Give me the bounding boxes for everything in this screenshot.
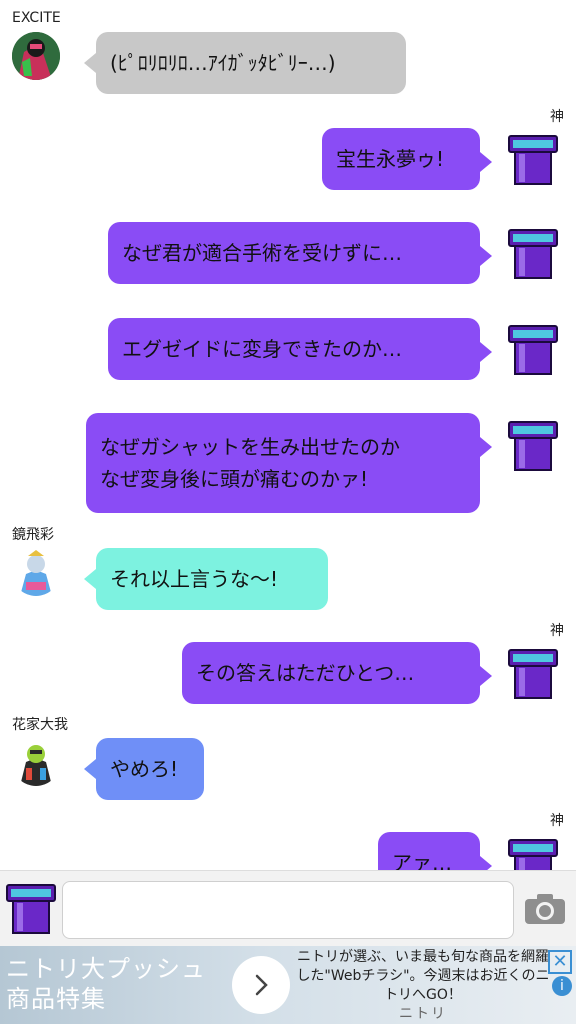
sender-name: 神 <box>550 623 564 639</box>
pipe-icon <box>508 839 558 870</box>
message-text: (ﾋﾟﾛﾘﾛﾘﾛ…ｱｲｶﾞｯﾀﾋﾞﾘｰ…) <box>110 51 336 75</box>
message-bubble[interactable]: アァ… <box>378 832 492 870</box>
pipe-icon <box>508 135 558 185</box>
ad-close-icon[interactable]: ✕ <box>548 950 572 974</box>
hiiro-avatar[interactable] <box>12 548 60 596</box>
message-text: なぜ君が適合手術を受けずに… <box>122 241 402 265</box>
message-bubble[interactable]: エグゼイドに変身できたのか… <box>108 318 492 380</box>
pipe-avatar[interactable] <box>507 420 559 472</box>
excite-avatar-image <box>12 32 60 80</box>
message-text: エグゼイドに変身できたのか… <box>122 337 402 361</box>
message-bubble[interactable]: 宝生永夢ゥ! <box>322 128 492 190</box>
sender-name: 鏡飛彩 <box>12 527 54 543</box>
chat-area[interactable]: EXCITE (ﾋﾟﾛﾘﾛﾘﾛ…ｱｲｶﾞｯﾀﾋﾞﾘｰ…) 神 宝生永夢ゥ! なぜ… <box>0 0 576 870</box>
excite-avatar[interactable] <box>12 32 60 80</box>
message-text-line: なぜ変身後に頭が痛むのかァ! <box>100 467 369 491</box>
message-bubble[interactable]: なぜ君が適合手術を受けずに… <box>108 222 492 284</box>
message-input-bar <box>0 870 576 947</box>
message-text: それ以上言うな～! <box>110 567 279 591</box>
chevron-right-icon <box>255 974 268 996</box>
message-bubble[interactable]: やめろ! <box>84 738 204 800</box>
sender-name: 花家大我 <box>12 717 68 733</box>
ad-headline-line: 商品特集 <box>6 985 106 1013</box>
ad-headline-line: ニトリ大プッシュ <box>6 955 206 983</box>
ad-description-text: ニトリが選ぶ、いま最も旬な商品を網羅した"Webチラシ"。今週末はお近くのニトリ… <box>296 949 550 1003</box>
current-user-avatar[interactable] <box>5 883 57 935</box>
pipe-avatar[interactable] <box>507 134 559 186</box>
ad-headline: ニトリ大プッシュ 商品特集 <box>6 954 206 1014</box>
message-bubble[interactable]: なぜガシャットを生み出せたのか なぜ変身後に頭が痛むのかァ! <box>86 413 492 513</box>
pipe-avatar[interactable] <box>507 228 559 280</box>
message-bubble[interactable]: (ﾋﾟﾛﾘﾛﾘﾛ…ｱｲｶﾞｯﾀﾋﾞﾘｰ…) <box>84 32 406 94</box>
pipe-avatar[interactable] <box>507 648 559 700</box>
message-text: アァ… <box>392 851 452 870</box>
taiga-avatar[interactable] <box>12 738 60 786</box>
message-text-line: なぜガシャットを生み出せたのか <box>100 435 400 459</box>
pipe-icon <box>508 325 558 375</box>
sender-name: 神 <box>550 813 564 829</box>
ad-brand: ニトリ <box>399 1006 447 1022</box>
ad-info-icon[interactable]: i <box>552 976 572 996</box>
camera-button[interactable] <box>524 893 566 925</box>
pipe-avatar[interactable] <box>507 838 559 870</box>
taiga-avatar-image <box>12 738 60 786</box>
message-text: 宝生永夢ゥ! <box>336 147 445 171</box>
pipe-icon <box>508 229 558 279</box>
message-text: その答えはただひとつ… <box>196 661 415 685</box>
message-input[interactable] <box>62 881 514 939</box>
pipe-icon <box>508 649 558 699</box>
hiiro-avatar-image <box>12 548 60 596</box>
message-text: やめろ! <box>110 757 179 781</box>
message-bubble[interactable]: それ以上言うな～! <box>84 548 328 610</box>
pipe-icon <box>6 884 56 934</box>
pipe-avatar[interactable] <box>507 324 559 376</box>
ad-banner[interactable]: ニトリ大プッシュ 商品特集 ニトリが選ぶ、いま最も旬な商品を網羅した"Webチラ… <box>0 946 576 1024</box>
pipe-icon <box>508 421 558 471</box>
camera-icon <box>525 894 565 924</box>
message-bubble[interactable]: その答えはただひとつ… <box>182 642 492 704</box>
ad-open-button[interactable] <box>232 956 290 1014</box>
sender-name: EXCITE <box>12 10 61 26</box>
ad-description: ニトリが選ぶ、いま最も旬な商品を網羅した"Webチラシ"。今週末はお近くのニトリ… <box>296 948 550 1024</box>
sender-name: 神 <box>550 109 564 125</box>
